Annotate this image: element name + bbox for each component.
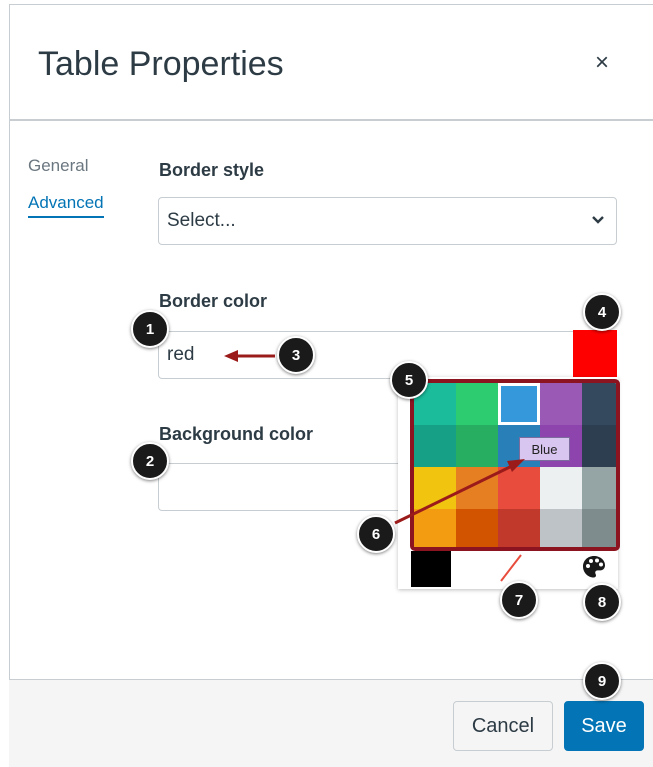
color-swatch[interactable]: [456, 383, 498, 425]
callout-8: 8: [583, 583, 621, 621]
tab-general[interactable]: General: [28, 156, 88, 176]
color-swatch[interactable]: [540, 467, 582, 509]
border-color-swatch-button[interactable]: [573, 330, 617, 378]
border-style-select[interactable]: Select...: [158, 197, 617, 245]
color-swatch[interactable]: [582, 425, 616, 467]
color-swatch[interactable]: [582, 383, 616, 425]
color-swatch[interactable]: [498, 509, 540, 547]
dialog-header: Table Properties ×: [10, 5, 653, 121]
tab-advanced[interactable]: Advanced: [28, 193, 104, 218]
callout-3: 3: [277, 336, 315, 374]
callout-5: 5: [390, 361, 428, 399]
color-palette-grid: [410, 379, 620, 551]
color-swatch[interactable]: [414, 509, 456, 547]
dialog-title: Table Properties: [38, 45, 284, 83]
color-swatch[interactable]: [456, 467, 498, 509]
border-color-input[interactable]: red: [158, 331, 578, 379]
color-swatch[interactable]: [456, 509, 498, 547]
color-swatch[interactable]: [540, 509, 582, 547]
color-swatch[interactable]: [582, 509, 616, 547]
color-swatch[interactable]: [582, 467, 616, 509]
color-swatch[interactable]: [498, 467, 540, 509]
color-tooltip: Blue: [519, 437, 570, 461]
border-style-label: Border style: [159, 160, 265, 180]
close-icon[interactable]: ×: [595, 51, 609, 75]
callout-7: 7: [500, 581, 538, 619]
callout-6: 6: [357, 515, 395, 553]
chevron-down-icon: [592, 216, 604, 224]
callout-1: 1: [131, 310, 169, 348]
callout-9: 9: [583, 662, 621, 700]
color-swatch[interactable]: [498, 383, 540, 425]
border-style-value: Select...: [167, 210, 236, 231]
border-color-value: red: [167, 344, 195, 365]
color-swatch[interactable]: [414, 425, 456, 467]
callout-4: 4: [583, 293, 621, 331]
background-color-label: Background color: [159, 424, 314, 444]
callout-2: 2: [131, 442, 169, 480]
background-color-input[interactable]: [158, 463, 418, 511]
border-color-label: Border color: [159, 291, 268, 311]
color-swatch[interactable]: [540, 383, 582, 425]
color-swatch[interactable]: [456, 425, 498, 467]
black-swatch[interactable]: [411, 551, 451, 587]
palette-icon[interactable]: [581, 554, 607, 580]
color-swatch[interactable]: [414, 467, 456, 509]
